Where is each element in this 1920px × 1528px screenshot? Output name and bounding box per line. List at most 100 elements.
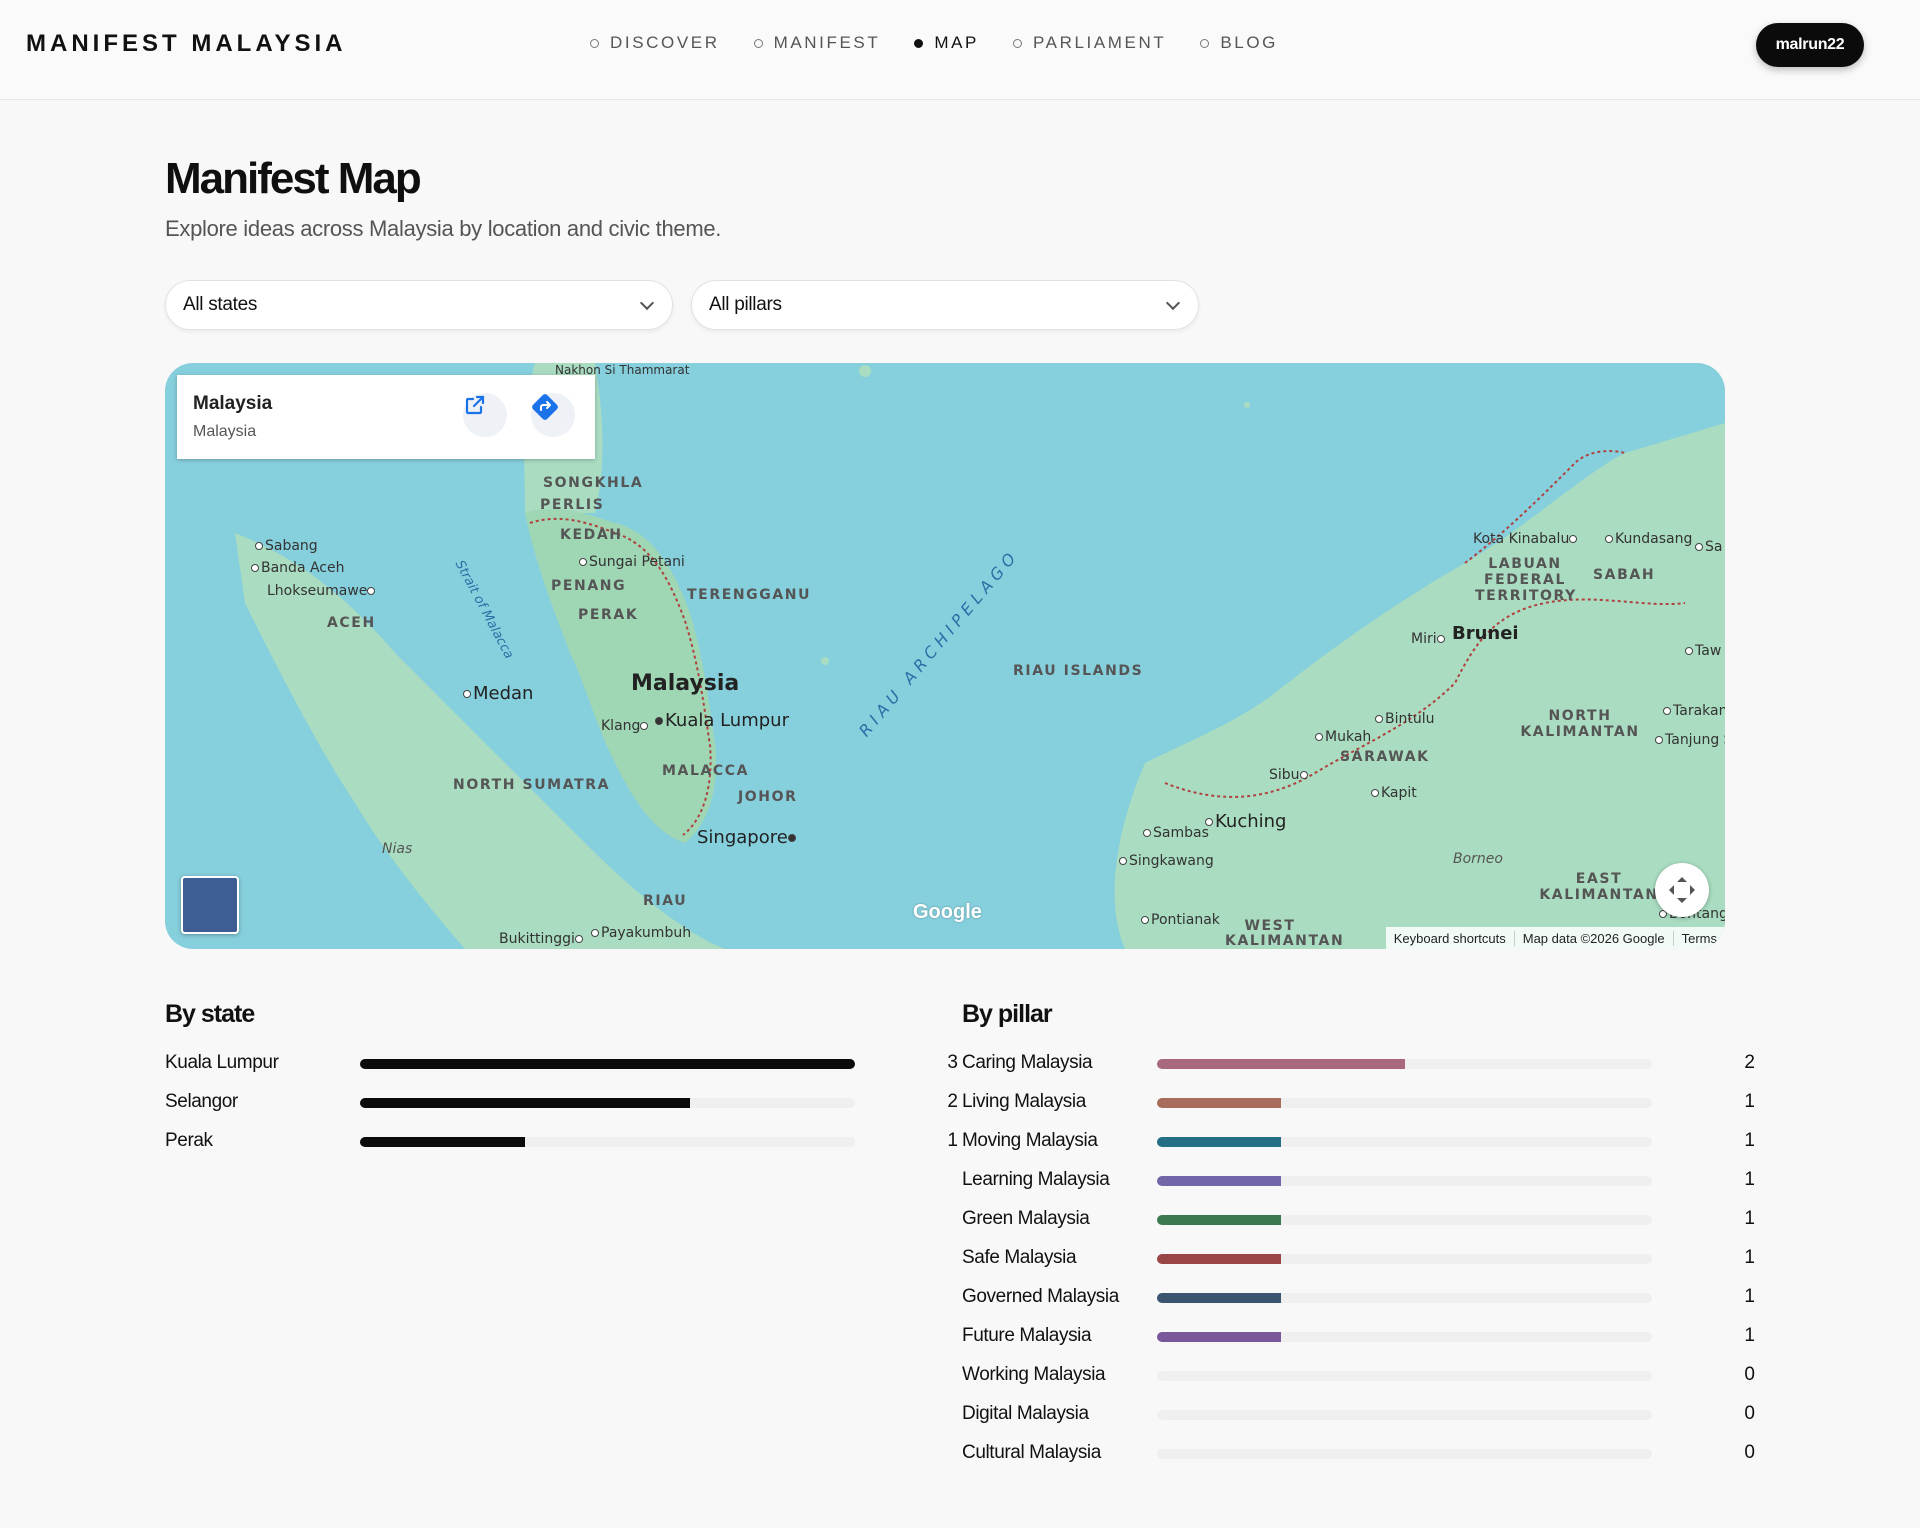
- map-label: ACEH: [327, 615, 376, 631]
- pillar-label: Digital Malaysia: [962, 1403, 1089, 1424]
- nav-dot-icon: [1200, 38, 1210, 48]
- map-label: SONGKHLA: [543, 475, 644, 491]
- pin-icon: [1375, 715, 1383, 723]
- pillar-row[interactable]: Future Malaysia 1: [962, 1325, 1755, 1349]
- keyboard-shortcuts-link[interactable]: Keyboard shortcuts: [1386, 930, 1515, 946]
- nav-manifest[interactable]: MANIFEST: [753, 33, 881, 53]
- state-row[interactable]: Perak 1: [165, 1130, 958, 1154]
- pillar-bar-track: [1157, 1293, 1652, 1303]
- pillar-row[interactable]: Working Malaysia 0: [962, 1364, 1755, 1388]
- pillar-filter-value: All pillars: [709, 294, 782, 315]
- nav-dot-icon: [753, 38, 763, 48]
- pillar-count: 1: [1744, 1130, 1755, 1151]
- pillar-row[interactable]: Cultural Malaysia 0: [962, 1442, 1755, 1466]
- map-label: PERLIS: [540, 497, 605, 513]
- pin-icon: [1371, 789, 1379, 797]
- map-label: RIAU ISLANDS: [1013, 663, 1144, 679]
- pillar-filter-select[interactable]: All pillars: [691, 280, 1199, 330]
- state-row[interactable]: Kuala Lumpur 3: [165, 1052, 958, 1076]
- map-label: Medan: [463, 683, 533, 704]
- satellite-toggle-button[interactable]: [181, 876, 239, 934]
- pillar-bar-fill: [1157, 1254, 1281, 1264]
- map-label: EAST KALIMANTAN: [1539, 871, 1659, 903]
- pillar-bar-fill: [1157, 1215, 1281, 1225]
- page-title: Manifest Map: [165, 154, 422, 203]
- google-logo: Google: [913, 901, 982, 923]
- map-label: Banda Aceh: [251, 560, 345, 576]
- state-bar-fill: [360, 1137, 525, 1147]
- map-attribution: Keyboard shortcuts Map data ©2026 Google…: [1385, 927, 1725, 949]
- map-view[interactable]: Nakhon Si Thammarat SONGKHLA PERLIS KEDA…: [165, 363, 1725, 949]
- external-link-icon: [465, 395, 485, 415]
- nav-parliament[interactable]: PARLIAMENT: [1012, 33, 1167, 53]
- map-label: NORTH SUMATRA: [453, 777, 611, 793]
- pillar-bar-track: [1157, 1449, 1652, 1459]
- map-label: NORTH KALIMANTAN: [1520, 708, 1640, 740]
- pillar-bar-track: [1157, 1410, 1652, 1420]
- directions-icon: [532, 394, 558, 420]
- nav-dot-icon: [1012, 38, 1022, 48]
- map-label-text: Kundasang: [1615, 531, 1693, 547]
- fullscreen-button[interactable]: [1655, 863, 1709, 917]
- directions-button[interactable]: [531, 393, 575, 437]
- pillar-row[interactable]: Living Malaysia 1: [962, 1091, 1755, 1115]
- map-label-text: Banda Aceh: [261, 560, 345, 576]
- pillar-bar-fill: [1157, 1176, 1281, 1186]
- by-state-heading: By state: [165, 1000, 255, 1028]
- state-label: Perak: [165, 1130, 213, 1151]
- pin-icon: [1119, 857, 1127, 865]
- nav-dot-icon: [914, 38, 924, 48]
- map-label: SABAH: [1593, 567, 1656, 583]
- pillar-row[interactable]: Caring Malaysia 2: [962, 1052, 1755, 1076]
- pillar-row[interactable]: Digital Malaysia 0: [962, 1403, 1755, 1427]
- nav-discover[interactable]: DISCOVER: [590, 33, 720, 53]
- open-in-maps-button[interactable]: [463, 393, 507, 437]
- place-subtitle: Malaysia: [193, 423, 257, 440]
- pillar-row[interactable]: Learning Malaysia 1: [962, 1169, 1755, 1193]
- pillar-row[interactable]: Safe Malaysia 1: [962, 1247, 1755, 1271]
- map-label: Sa: [1695, 539, 1722, 555]
- fullscreen-icon: [1669, 877, 1695, 903]
- map-label: JOHOR: [738, 789, 798, 805]
- map-label: Lhokseumawe: [267, 583, 377, 599]
- map-label-text: Singkawang: [1129, 853, 1214, 869]
- pillar-count: 0: [1744, 1442, 1755, 1463]
- terms-link[interactable]: Terms: [1674, 931, 1725, 946]
- map-label-text: Medan: [473, 683, 534, 704]
- pillar-row[interactable]: Green Malaysia 1: [962, 1208, 1755, 1232]
- map-label-text: Pontianak: [1151, 912, 1220, 928]
- map-label-text: Lhokseumawe: [267, 583, 368, 599]
- map-label: MALACCA: [662, 763, 750, 779]
- state-bar-fill: [360, 1098, 690, 1108]
- state-row[interactable]: Selangor 2: [165, 1091, 958, 1115]
- pillar-count: 1: [1744, 1325, 1755, 1346]
- brand-logo[interactable]: MANIFEST MALAYSIA: [26, 30, 346, 58]
- state-bar-track: [360, 1059, 855, 1069]
- map-label: Pontianak: [1141, 912, 1220, 928]
- pillar-label: Moving Malaysia: [962, 1130, 1098, 1151]
- map-label-text: Bintulu: [1385, 711, 1435, 727]
- pin-icon: [579, 558, 587, 566]
- pillar-label: Green Malaysia: [962, 1208, 1090, 1229]
- pillar-bar-fill: [1157, 1332, 1281, 1342]
- nav-map[interactable]: MAP: [914, 33, 979, 53]
- pin-icon: [463, 690, 471, 698]
- map-label: Singapore: [697, 827, 798, 848]
- map-label: Kuching: [1205, 811, 1286, 832]
- nav-blog[interactable]: BLOG: [1200, 33, 1278, 53]
- user-menu-button[interactable]: malrun22: [1756, 23, 1864, 67]
- map-label: SARAWAK: [1340, 749, 1430, 765]
- map-label-text: Sambas: [1153, 825, 1209, 841]
- nav-label: PARLIAMENT: [1032, 33, 1167, 52]
- top-navbar: MANIFEST MALAYSIA DISCOVER MANIFEST MAP …: [0, 0, 1920, 100]
- pillar-row[interactable]: Governed Malaysia 1: [962, 1286, 1755, 1310]
- pin-icon: [655, 717, 663, 725]
- pillar-row[interactable]: Moving Malaysia 1: [962, 1130, 1755, 1154]
- main-nav: DISCOVER MANIFEST MAP PARLIAMENT BLOG: [590, 33, 1312, 53]
- map-label-text: Sungai Petani: [589, 554, 685, 570]
- map-label: TERENGGANU: [687, 587, 812, 603]
- map-label: Malaysia: [631, 671, 740, 696]
- state-filter-select[interactable]: All states: [165, 280, 673, 330]
- pin-icon: [640, 722, 649, 730]
- pin-icon: [1605, 535, 1613, 543]
